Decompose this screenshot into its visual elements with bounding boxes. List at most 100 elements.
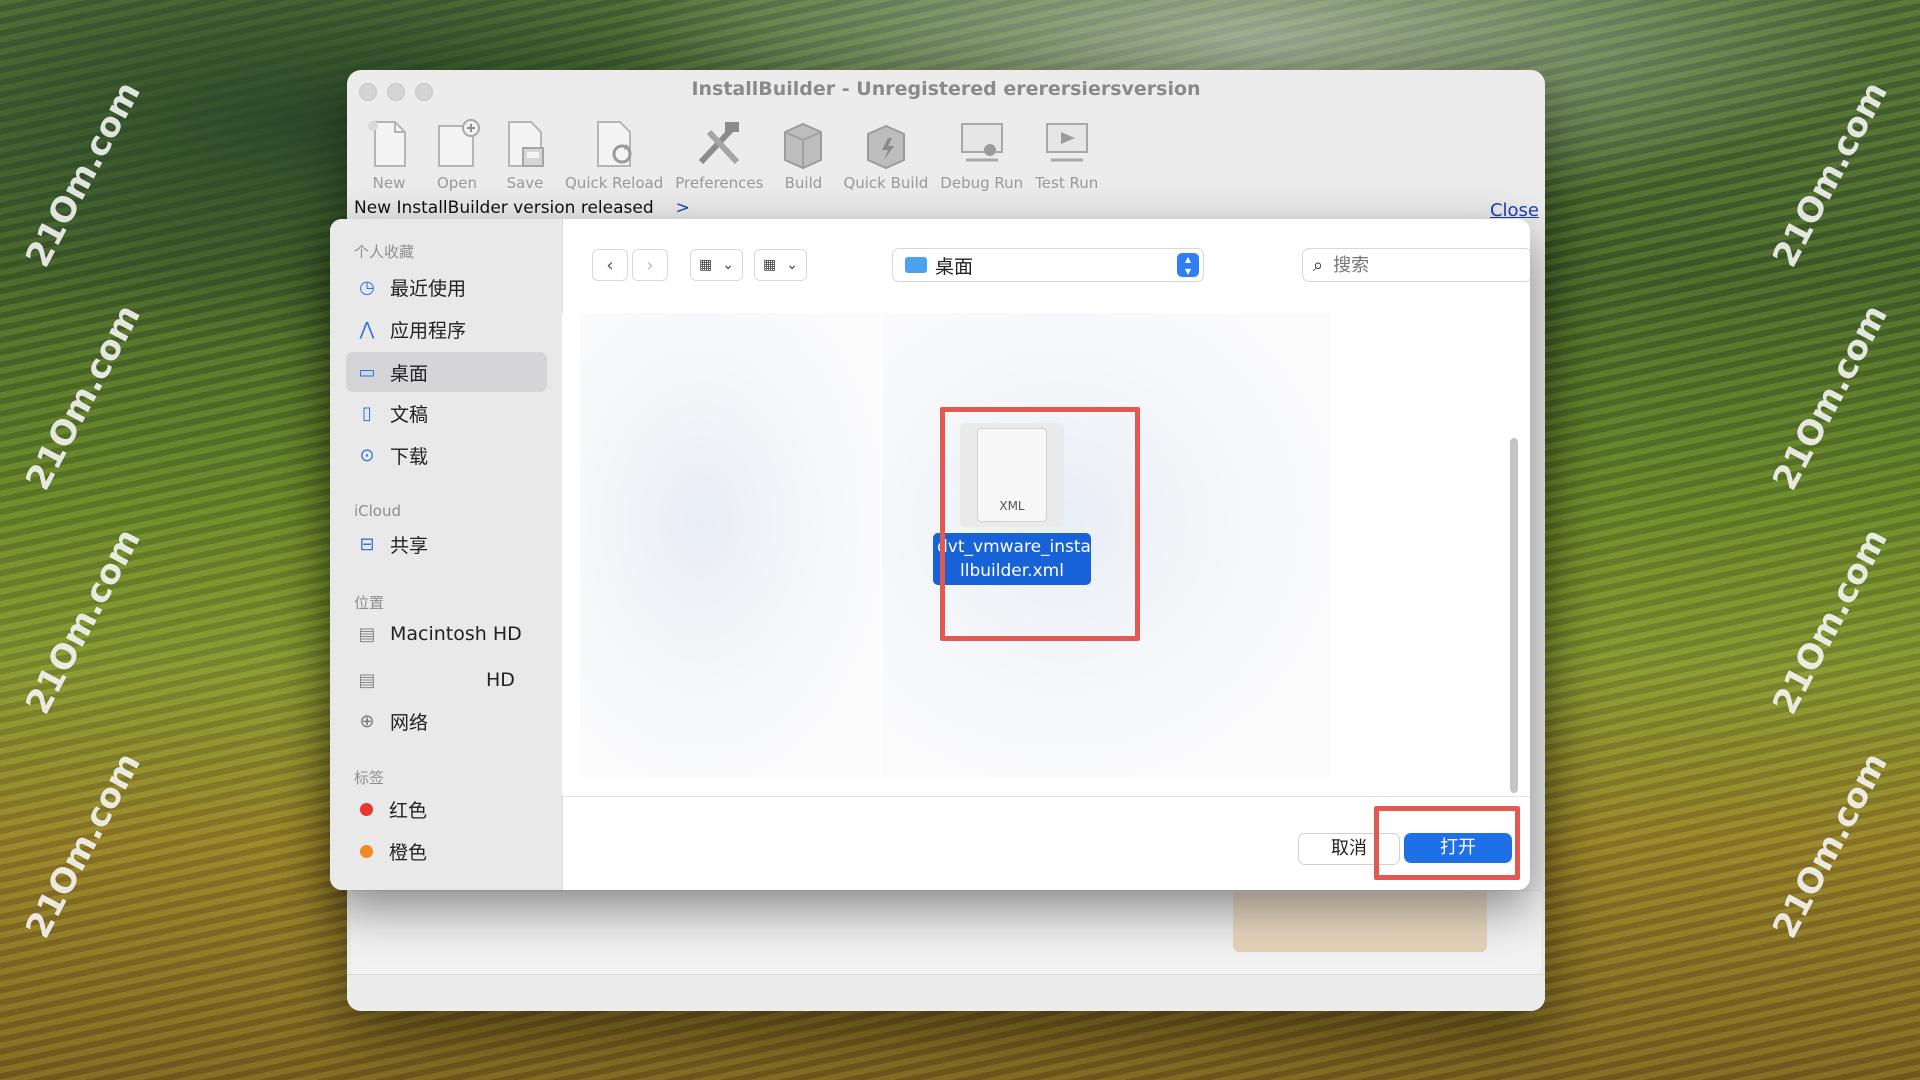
quick-build-icon <box>866 124 905 170</box>
disk-icon: ▤ <box>358 623 376 645</box>
toolbar-label: New <box>372 174 406 192</box>
clock-icon: ◷ <box>359 276 375 298</box>
sidebar-item-recents[interactable]: ◷ 最近使用 <box>354 269 466 305</box>
toolbar-test-run-button[interactable]: Test Run <box>1029 116 1104 192</box>
dialog-sidebar: 个人收藏 ◷ 最近使用 ⋀ 应用程序 ▭ 桌面 ▯ 文稿 ⊙ 下载 iCloud… <box>330 219 563 890</box>
chevron-down-icon: ⌄ <box>786 257 798 273</box>
debug-run-icon <box>960 123 1003 162</box>
sidebar-heading-tags: 标签 <box>354 769 385 787</box>
disk-icon: ▤ <box>358 669 376 691</box>
desktop-icon: ▭ <box>358 361 376 383</box>
toolbar-quick-reload-button[interactable]: Quick Reload <box>559 116 669 192</box>
save-icon <box>508 121 544 167</box>
dialog-toolbar: ‹ › ▦ ⌄ ▦ ⌄ 桌面 ▴ ▾ ⌕ <box>562 219 1530 313</box>
watermark: 21Om.com <box>1765 522 1896 721</box>
sidebar-item-label: 应用程序 <box>390 319 467 342</box>
sidebar-item-label: 共享 <box>390 534 429 557</box>
tag-orange-dot-icon <box>360 844 373 858</box>
view-mode-button[interactable]: ▦ ⌄ <box>690 249 743 281</box>
search-input[interactable] <box>1331 253 1506 277</box>
preferences-tools-icon <box>699 122 740 165</box>
toolbar-label: Quick Build <box>843 174 929 192</box>
sidebar-item-tag-orange[interactable]: 橙色 <box>354 833 427 869</box>
toolbar-label: Build <box>784 174 823 192</box>
sidebar-item-label: 网络 <box>390 711 429 734</box>
watermark: 21Om.com <box>18 298 149 497</box>
highlight-box-file <box>940 407 1140 641</box>
chevron-right-icon: › <box>646 254 654 276</box>
location-label: 桌面 <box>935 255 974 278</box>
group-button[interactable]: ▦ ⌄ <box>754 249 807 281</box>
folder-icon <box>905 257 927 273</box>
tag-red-dot-icon <box>360 802 373 816</box>
close-notice-link[interactable]: Close <box>1490 200 1539 221</box>
sidebar-heading-locations: 位置 <box>354 594 385 612</box>
sidebar-item-network[interactable]: ⊕ 网络 <box>354 703 428 739</box>
document-icon: ▯ <box>362 402 372 424</box>
toolbar-open-button[interactable]: Open <box>423 116 491 192</box>
toolbar-new-button[interactable]: New <box>355 116 423 192</box>
up-down-chevron-icon: ▴ ▾ <box>1177 253 1199 277</box>
sidebar-item-desktop[interactable]: ▭ 桌面 <box>354 354 428 390</box>
update-notice-arrow[interactable]: > <box>676 198 690 218</box>
toolbar-label: Save <box>506 174 544 192</box>
navigation-buttons: ‹ › <box>592 249 668 281</box>
icon-grid-icon: ▦ <box>699 257 713 273</box>
toolbar-build-button[interactable]: Build <box>769 116 837 192</box>
sidebar-item-macintosh-hd[interactable]: ▤ Macintosh HD <box>354 616 522 652</box>
sidebar-heading-icloud: iCloud <box>354 502 402 520</box>
forward-button[interactable]: › <box>632 249 668 281</box>
sidebar-item-hd[interactable]: ▤ HD <box>354 662 515 698</box>
sidebar-item-tag-red[interactable]: 红色 <box>354 791 427 827</box>
toolbar-label: Open <box>436 174 478 192</box>
build-icon <box>784 122 823 170</box>
toolbar-save-button[interactable]: Save <box>491 116 559 192</box>
download-icon: ⊙ <box>359 444 375 466</box>
blurred-preview <box>580 313 880 777</box>
sidebar-item-label: 桌面 <box>390 362 429 385</box>
sidebar-item-documents[interactable]: ▯ 文稿 <box>354 395 428 431</box>
toolbar-preferences-button[interactable]: Preferences <box>669 116 769 192</box>
applications-icon: ⋀ <box>359 318 375 340</box>
toolbar-label: Preferences <box>675 174 764 192</box>
sidebar-item-label: 红色 <box>389 799 428 822</box>
back-button[interactable]: ‹ <box>592 249 628 281</box>
highlight-box-open <box>1374 806 1520 880</box>
test-run-icon <box>1045 123 1088 162</box>
open-file-dialog: 个人收藏 ◷ 最近使用 ⋀ 应用程序 ▭ 桌面 ▯ 文稿 ⊙ 下载 iCloud… <box>330 219 1530 890</box>
app-panel-decoration <box>1233 892 1487 952</box>
toolbar-label: Quick Reload <box>565 174 664 192</box>
update-notice-text: New InstallBuilder version released <box>354 198 654 218</box>
sidebar-item-label: 最近使用 <box>390 277 467 300</box>
sidebar-item-label: Macintosh HD <box>390 623 522 645</box>
sidebar-item-applications[interactable]: ⋀ 应用程序 <box>354 311 466 347</box>
chevron-down-icon: ⌄ <box>722 257 734 273</box>
title-bar: InstallBuilder - Unregistered ererersier… <box>347 70 1545 110</box>
location-popup[interactable]: 桌面 ▴ ▾ <box>892 248 1204 282</box>
watermark: 21Om.com <box>1765 746 1896 945</box>
sidebar-item-label: 下载 <box>390 445 429 468</box>
chevron-left-icon: ‹ <box>606 254 614 276</box>
sidebar-item-shared[interactable]: ⊟ 共享 <box>354 526 428 562</box>
watermark: 21Om.com <box>18 746 149 945</box>
app-status-strip <box>347 974 1545 1011</box>
network-globe-icon: ⊕ <box>359 710 375 732</box>
watermark: 21Om.com <box>1765 75 1896 274</box>
sidebar-item-label: 文稿 <box>390 403 429 426</box>
toolbar-quick-build-button[interactable]: Quick Build <box>837 116 934 192</box>
watermark: 21Om.com <box>18 75 149 274</box>
toolbar-debug-run-button[interactable]: Debug Run <box>934 116 1029 192</box>
search-icon: ⌕ <box>1313 254 1324 276</box>
vertical-scrollbar[interactable] <box>1510 438 1518 793</box>
sidebar-item-downloads[interactable]: ⊙ 下载 <box>354 437 428 473</box>
search-field[interactable]: ⌕ <box>1302 248 1530 282</box>
sidebar-item-label: HD <box>486 669 515 691</box>
toolbar: New Open Save Quick Reload Preferences B… <box>355 116 1104 192</box>
toolbar-label: Debug Run <box>940 174 1024 192</box>
toolbar-label: Test Run <box>1035 174 1099 192</box>
update-notice: New InstallBuilder version released > <box>354 198 690 218</box>
sidebar-heading-favorites: 个人收藏 <box>354 243 415 261</box>
watermark: 21Om.com <box>1765 298 1896 497</box>
watermark: 21Om.com <box>18 522 149 721</box>
sidebar-item-label: 橙色 <box>389 841 428 864</box>
